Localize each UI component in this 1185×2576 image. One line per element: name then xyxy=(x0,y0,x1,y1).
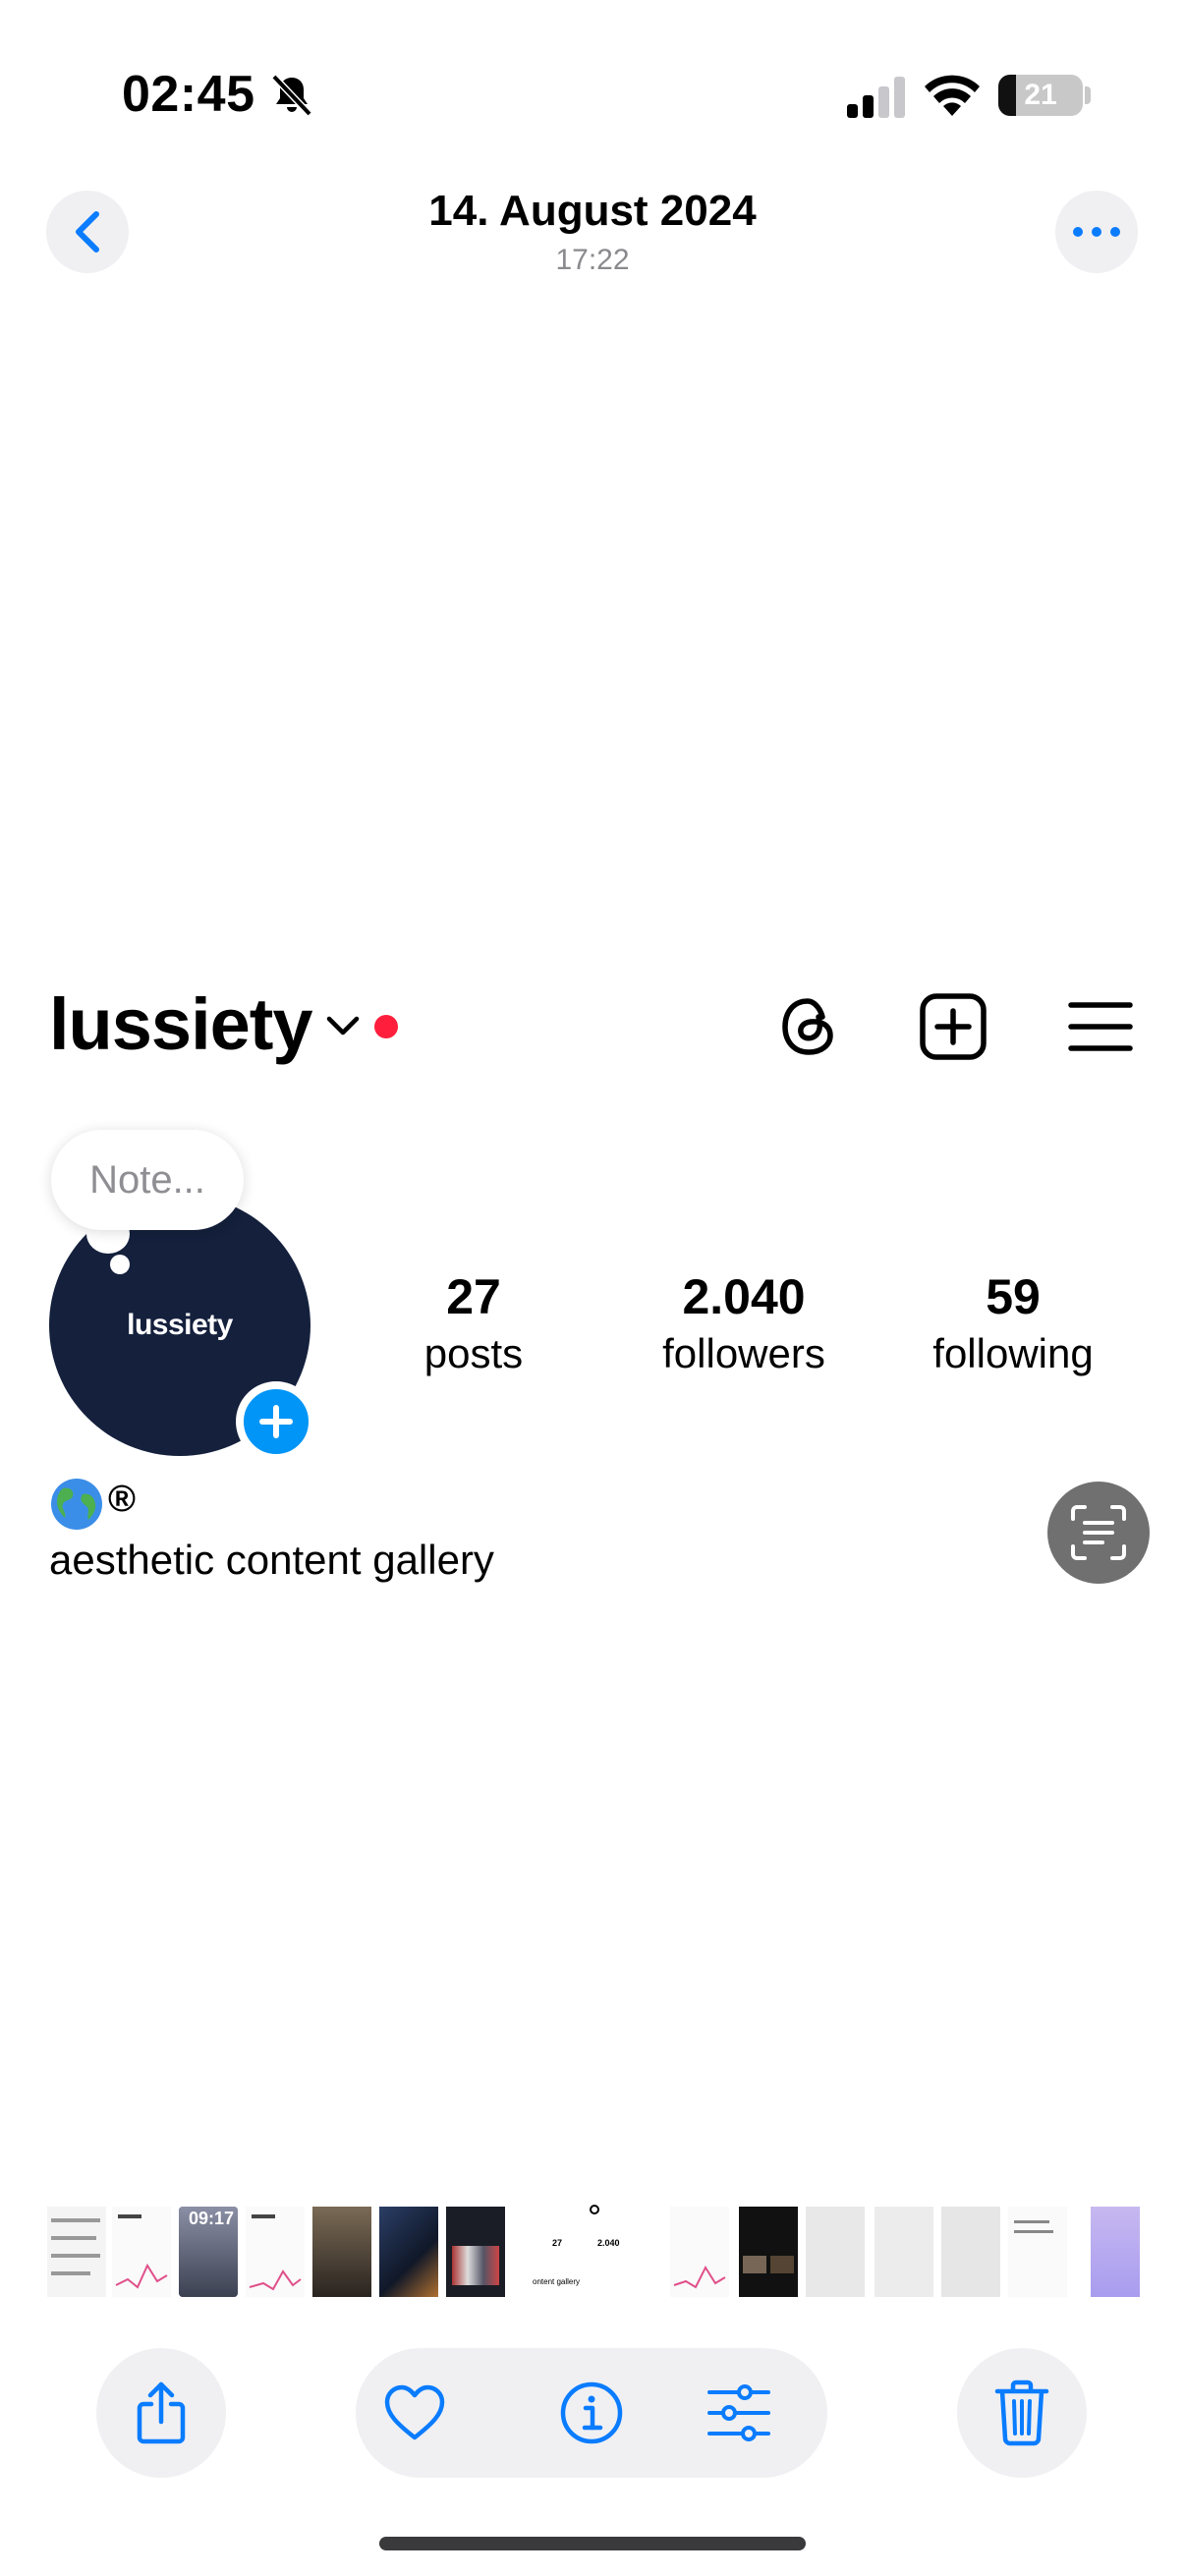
thumbnail[interactable] xyxy=(246,2207,305,2297)
thumb-followers-count: 2.040 xyxy=(597,2238,620,2248)
threads-icon xyxy=(782,998,833,1055)
stat-following: 59 following xyxy=(904,1267,1122,1381)
battery-icon: 21 xyxy=(998,75,1083,116)
note-bubble: Note... xyxy=(51,1130,244,1230)
bio-text: aesthetic content gallery xyxy=(49,1537,494,1583)
avatar-text: lussiety xyxy=(127,1309,233,1341)
edit-adjust-button[interactable] xyxy=(680,2348,798,2478)
thumbnail[interactable] xyxy=(1091,2207,1140,2297)
adjust-icon xyxy=(707,2384,770,2441)
thumbnail[interactable] xyxy=(1008,2207,1067,2297)
trash-icon xyxy=(994,2380,1049,2446)
globe-icon xyxy=(51,1479,102,1530)
live-text-button[interactable] xyxy=(1047,1482,1150,1584)
home-indicator[interactable] xyxy=(379,2537,806,2550)
thumbnail[interactable]: 09:17 xyxy=(179,2207,238,2297)
info-icon xyxy=(560,2381,623,2444)
stat-followers: 2.040 followers xyxy=(635,1267,853,1381)
posts-label: posts xyxy=(423,1330,524,1376)
photo-actions-group xyxy=(356,2348,827,2478)
live-text-icon xyxy=(1071,1505,1126,1560)
favorite-button[interactable] xyxy=(356,2348,474,2478)
status-time: 02:45 xyxy=(122,66,255,123)
create-post-icon xyxy=(920,993,987,1060)
thumbnail[interactable] xyxy=(312,2207,371,2297)
thumbnail-strip[interactable]: 09:17 27 2.040 ontent gallery xyxy=(0,2201,1185,2303)
thumbnail-selected[interactable]: 27 2.040 ontent gallery xyxy=(531,2201,658,2303)
profile-username: lussiety xyxy=(49,983,313,1065)
thumbnail[interactable] xyxy=(875,2207,933,2297)
photo-date-title: 14. August 2024 xyxy=(428,187,757,235)
following-count: 59 xyxy=(986,1269,1041,1324)
chevron-down-icon xyxy=(326,1016,360,1036)
thumbnail[interactable] xyxy=(806,2207,865,2297)
info-button[interactable] xyxy=(533,2348,650,2478)
wifi-icon xyxy=(925,75,980,116)
heart-icon xyxy=(384,2384,445,2440)
battery-tip xyxy=(1085,86,1091,104)
plus-icon xyxy=(259,1405,293,1438)
thumbnail[interactable] xyxy=(941,2207,1000,2297)
followers-count: 2.040 xyxy=(682,1269,806,1324)
thumbnail[interactable] xyxy=(446,2207,505,2297)
cellular-signal-icon xyxy=(847,77,905,118)
thumbnail[interactable] xyxy=(739,2207,798,2297)
battery-level: 21 xyxy=(1024,79,1057,111)
status-bar: 02:45 21 xyxy=(0,0,1185,187)
thumbnail[interactable] xyxy=(47,2207,106,2297)
thumbnail[interactable] xyxy=(670,2207,729,2297)
photo-time-subtitle: 17:22 xyxy=(555,244,630,276)
thumbnail[interactable] xyxy=(112,2207,171,2297)
thumbnail[interactable] xyxy=(379,2207,438,2297)
share-icon xyxy=(137,2381,186,2444)
thumb-caption: ontent gallery xyxy=(533,2277,581,2286)
thumb-posts-count: 27 xyxy=(552,2238,563,2248)
more-options-button[interactable] xyxy=(1055,191,1138,273)
delete-button[interactable] xyxy=(957,2348,1087,2478)
share-button[interactable] xyxy=(96,2348,226,2478)
notification-dot xyxy=(374,1015,398,1038)
bell-slash-icon xyxy=(271,74,312,117)
ellipsis-icon xyxy=(1073,227,1120,237)
followers-label: followers xyxy=(662,1330,825,1376)
add-story-badge xyxy=(236,1381,316,1462)
stat-posts: 27 posts xyxy=(393,1267,554,1381)
hamburger-menu-icon xyxy=(1068,1002,1133,1051)
note-bubble-tail-dot xyxy=(110,1255,130,1274)
posts-count: 27 xyxy=(446,1269,501,1324)
following-label: following xyxy=(932,1330,1094,1376)
bio-symbol: ® xyxy=(108,1479,136,1520)
